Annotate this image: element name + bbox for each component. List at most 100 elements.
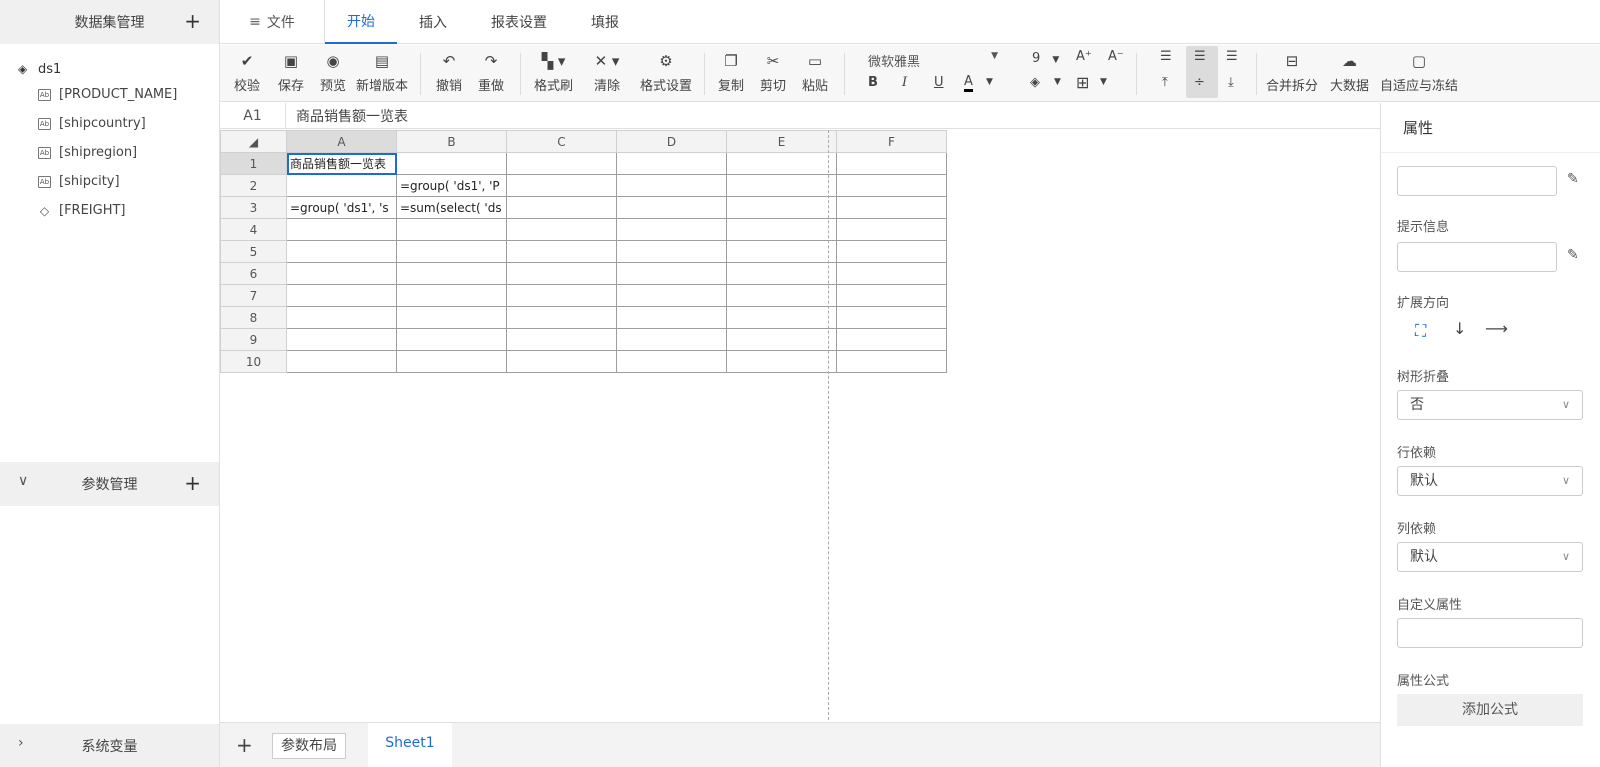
cell[interactable] bbox=[726, 306, 837, 329]
add-sheet-button[interactable]: + bbox=[236, 733, 253, 757]
cell[interactable] bbox=[726, 284, 837, 307]
add-param-button[interactable]: + bbox=[184, 471, 201, 495]
pencil-icon[interactable]: ✎ bbox=[1567, 171, 1579, 187]
chevron-down-icon[interactable]: ∨ bbox=[18, 473, 28, 489]
cell[interactable] bbox=[616, 240, 727, 263]
cell[interactable] bbox=[616, 218, 727, 241]
undo-button[interactable]: ↶ 撤销 bbox=[436, 51, 462, 94]
row-header[interactable]: 10 bbox=[220, 350, 287, 373]
column-header[interactable]: C bbox=[506, 130, 617, 153]
cell[interactable] bbox=[616, 284, 727, 307]
align-center-icon[interactable]: ☰ bbox=[1194, 49, 1206, 64]
cell[interactable] bbox=[726, 174, 837, 197]
cell[interactable] bbox=[836, 174, 947, 197]
preview-button[interactable]: ◉ 预览 bbox=[320, 51, 346, 94]
cell[interactable] bbox=[396, 328, 507, 351]
paste-button[interactable]: ▭ 粘贴 bbox=[802, 51, 828, 94]
cell[interactable] bbox=[396, 306, 507, 329]
cut-button[interactable]: ✂ 剪切 bbox=[760, 51, 786, 94]
merge-split-button[interactable]: ⊟ 合并拆分 bbox=[1266, 51, 1318, 94]
cell[interactable] bbox=[726, 350, 837, 373]
font-family-select[interactable]: 微软雅黑 ▼ bbox=[868, 51, 998, 70]
cell-a3[interactable]: =group( 'ds1', 's bbox=[286, 196, 397, 219]
adaptive-freeze-button[interactable]: ▢ 自适应与冻结 bbox=[1380, 51, 1458, 94]
cell-b2[interactable]: =group( 'ds1', 'P bbox=[396, 174, 507, 197]
cell[interactable] bbox=[616, 328, 727, 351]
cell[interactable] bbox=[286, 240, 397, 263]
cell[interactable] bbox=[726, 328, 837, 351]
cell[interactable] bbox=[726, 196, 837, 219]
italic-button[interactable]: I bbox=[902, 75, 907, 90]
field-item-shipcountry[interactable]: Ab [shipcountry] bbox=[0, 109, 219, 138]
cell[interactable] bbox=[396, 284, 507, 307]
cell[interactable] bbox=[616, 262, 727, 285]
row-header[interactable]: 8 bbox=[220, 306, 287, 329]
bold-button[interactable]: B bbox=[868, 75, 878, 90]
cell[interactable] bbox=[836, 284, 947, 307]
cell[interactable] bbox=[506, 328, 617, 351]
row-header[interactable]: 3 bbox=[220, 196, 287, 219]
cell[interactable] bbox=[506, 196, 617, 219]
cell[interactable] bbox=[506, 284, 617, 307]
cell[interactable] bbox=[286, 328, 397, 351]
cell[interactable] bbox=[836, 306, 947, 329]
expand-none-icon[interactable]: ⛶ bbox=[1415, 321, 1426, 341]
format-settings-button[interactable]: ⚙ 格式设置 bbox=[640, 51, 692, 94]
cell[interactable] bbox=[726, 218, 837, 241]
formula-input[interactable]: 商品销售额一览表 bbox=[286, 106, 408, 126]
align-top-icon[interactable]: ⤒ bbox=[1162, 75, 1168, 90]
align-left-icon[interactable]: ☰ bbox=[1160, 49, 1172, 64]
column-header[interactable]: E bbox=[726, 130, 837, 153]
sheet-tab-sheet1[interactable]: Sheet1 bbox=[368, 723, 452, 767]
cell[interactable] bbox=[506, 306, 617, 329]
chevron-down-icon[interactable]: ▼ bbox=[1100, 77, 1107, 87]
cell[interactable] bbox=[616, 174, 727, 197]
font-size-select[interactable]: 9 ▼ bbox=[1032, 51, 1059, 66]
tab-insert[interactable]: 插入 bbox=[397, 0, 469, 44]
font-size-increase-button[interactable]: A⁺ bbox=[1076, 49, 1092, 64]
cell[interactable] bbox=[286, 218, 397, 241]
underline-button[interactable]: U bbox=[934, 75, 944, 90]
cell[interactable] bbox=[396, 152, 507, 175]
cell[interactable] bbox=[616, 350, 727, 373]
expand-right-icon[interactable]: ⟶ bbox=[1485, 319, 1508, 338]
file-menu-tab[interactable]: ≡ 文件 bbox=[220, 0, 325, 44]
add-dataset-button[interactable]: + bbox=[184, 9, 201, 33]
cell[interactable] bbox=[506, 174, 617, 197]
row-header[interactable]: 7 bbox=[220, 284, 287, 307]
fill-color-button[interactable]: ◈ bbox=[1030, 75, 1040, 90]
cell[interactable] bbox=[506, 152, 617, 175]
column-header[interactable]: A bbox=[286, 130, 397, 153]
field-item-freight[interactable]: ◇ [FREIGHT] bbox=[0, 196, 219, 225]
cell[interactable] bbox=[506, 240, 617, 263]
cell[interactable] bbox=[506, 262, 617, 285]
cell-a1[interactable]: 商品销售额一览表 bbox=[286, 152, 397, 175]
add-formula-button[interactable]: 添加公式 bbox=[1397, 694, 1583, 726]
cell[interactable] bbox=[286, 262, 397, 285]
cell[interactable] bbox=[286, 350, 397, 373]
cell[interactable] bbox=[506, 350, 617, 373]
border-button[interactable]: ⊞ bbox=[1076, 73, 1089, 92]
field-item-shipregion[interactable]: Ab [shipregion] bbox=[0, 138, 219, 167]
property-input-1[interactable] bbox=[1397, 166, 1557, 196]
cell-reference[interactable]: A1 bbox=[220, 102, 286, 129]
cell[interactable] bbox=[396, 240, 507, 263]
cell[interactable] bbox=[616, 196, 727, 219]
cell[interactable] bbox=[726, 262, 837, 285]
field-item-product-name[interactable]: Ab [PRODUCT_NAME] bbox=[0, 80, 219, 109]
cell[interactable] bbox=[726, 240, 837, 263]
redo-button[interactable]: ↷ 重做 bbox=[478, 51, 504, 94]
chevron-down-icon[interactable]: ▼ bbox=[986, 77, 993, 87]
cell[interactable] bbox=[836, 328, 947, 351]
cell[interactable] bbox=[836, 350, 947, 373]
pencil-icon[interactable]: ✎ bbox=[1567, 247, 1579, 263]
format-brush-button[interactable]: ▚ ▾ 格式刷 bbox=[534, 51, 573, 94]
tip-input[interactable] bbox=[1397, 242, 1557, 272]
column-header[interactable]: B bbox=[396, 130, 507, 153]
corner-cell[interactable]: ◢ bbox=[220, 130, 287, 153]
column-header[interactable]: F bbox=[836, 130, 947, 153]
row-header[interactable]: 9 bbox=[220, 328, 287, 351]
row-header[interactable]: 2 bbox=[220, 174, 287, 197]
cell[interactable] bbox=[836, 240, 947, 263]
column-header[interactable]: D bbox=[616, 130, 727, 153]
